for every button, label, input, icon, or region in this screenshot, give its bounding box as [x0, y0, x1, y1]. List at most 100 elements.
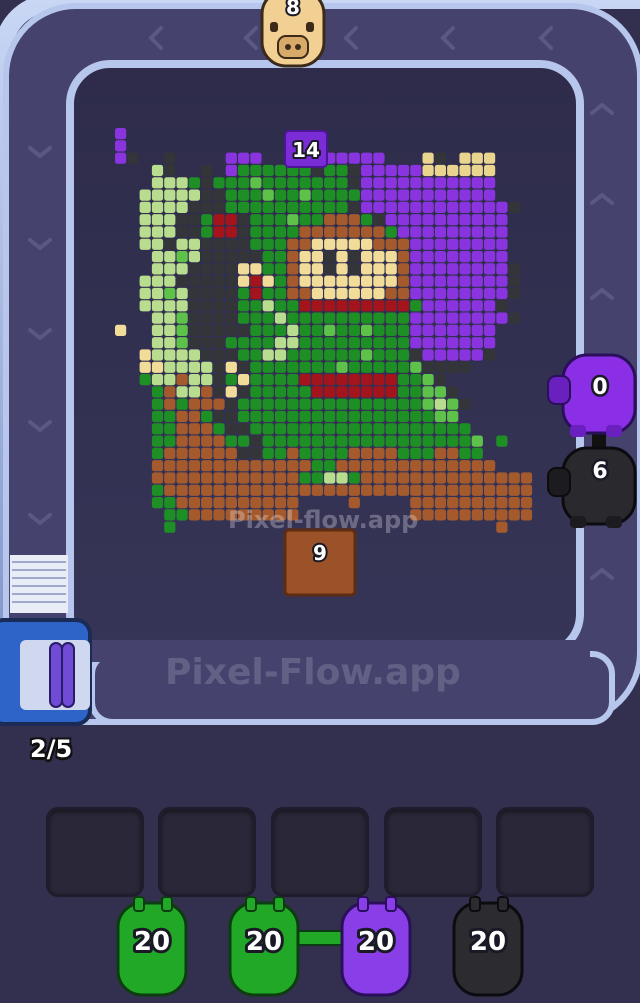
board-watermark: Pixel-flow.app — [228, 506, 419, 534]
pixel-block — [361, 189, 373, 201]
pixel-block — [262, 337, 274, 349]
launch-bay[interactable] — [0, 618, 92, 726]
pixel-block — [287, 472, 299, 484]
pixel-block — [250, 361, 262, 373]
pixel-block — [250, 447, 262, 459]
holding-slot-5[interactable] — [496, 807, 594, 897]
pixel-block — [324, 238, 336, 250]
pixel-block — [324, 423, 336, 435]
pixel-block — [311, 349, 323, 361]
pixel-block — [324, 189, 336, 201]
pixel-block — [176, 497, 188, 509]
pixel-block — [459, 460, 471, 472]
pixel-block — [176, 410, 188, 423]
pig-queue: 20 20 20 20 — [116, 896, 524, 997]
pixel-block — [225, 460, 237, 472]
pixel-block — [164, 164, 176, 177]
pixel-block — [324, 263, 336, 275]
queue-pig-2[interactable]: 20 — [228, 896, 300, 997]
pixel-block — [151, 497, 164, 509]
pixel-block — [311, 312, 323, 324]
pixel-block — [164, 509, 176, 521]
pixel-block — [176, 177, 188, 189]
holding-slot-3[interactable] — [271, 807, 369, 897]
pixel-block — [496, 275, 508, 287]
pixel-block — [287, 398, 299, 410]
pixel-block — [176, 300, 188, 312]
pixel-block — [496, 472, 508, 484]
pixel-block — [238, 472, 250, 484]
pixel-block — [397, 374, 410, 386]
pixel-block — [299, 287, 311, 300]
pixel-block — [361, 324, 373, 336]
pixel-block — [484, 337, 496, 349]
pixel-block — [385, 447, 397, 459]
pixel-block — [287, 238, 299, 250]
pixel-block — [238, 435, 250, 447]
pixel-block — [410, 361, 422, 373]
pixel-block — [201, 398, 213, 410]
pixel-block — [373, 386, 385, 398]
pixel-block — [188, 275, 200, 287]
pixel-block — [176, 226, 188, 238]
pixel-block — [336, 201, 348, 213]
pixel-block — [385, 374, 397, 386]
pixel-block — [410, 201, 422, 213]
pixel-block — [361, 460, 373, 472]
pixel-block — [324, 337, 336, 349]
pixel-block — [324, 398, 336, 410]
pixel-block — [151, 460, 164, 472]
queue-pig-1[interactable]: 20 — [116, 896, 188, 997]
pixel-block — [348, 251, 360, 263]
pixel-block — [188, 287, 200, 300]
pixel-block — [348, 275, 360, 287]
queue-pig-3[interactable]: 20 — [340, 896, 412, 997]
holding-slot-4[interactable] — [384, 807, 482, 897]
pixel-block — [496, 484, 508, 496]
pixel-block — [225, 324, 237, 336]
pixel-block — [397, 263, 410, 275]
pixel-block — [410, 226, 422, 238]
queue-pig-count: 20 — [470, 927, 506, 957]
pixel-block — [397, 398, 410, 410]
pixel-block — [225, 386, 237, 398]
pixel-block — [348, 337, 360, 349]
pixel-block — [348, 164, 360, 177]
pixel-block — [287, 189, 299, 201]
pixel-block — [213, 472, 225, 484]
pixel-block — [361, 275, 373, 287]
pixel-block — [311, 410, 323, 423]
pixel-block — [361, 201, 373, 213]
pixel-block — [250, 189, 262, 201]
pixel-block — [361, 361, 373, 373]
pixel-block — [274, 447, 287, 459]
queue-pig-count: 20 — [358, 927, 394, 957]
pixel-block — [201, 177, 213, 189]
pixel-block — [262, 201, 274, 213]
pixel-block — [324, 361, 336, 373]
pixel-block — [176, 337, 188, 349]
pixel-block — [471, 251, 483, 263]
pixel-block — [213, 238, 225, 250]
pixel-block — [201, 509, 213, 521]
pixel-block — [397, 410, 410, 423]
pixel-block — [385, 214, 397, 226]
pixel-block — [447, 312, 459, 324]
pixel-block — [225, 312, 237, 324]
pixel-block — [274, 238, 287, 250]
pixel-block — [311, 238, 323, 250]
pixel-block — [471, 275, 483, 287]
pixel-block — [176, 238, 188, 250]
holding-slot-1[interactable] — [46, 807, 144, 897]
pig-tan-top[interactable]: 8 — [260, 0, 326, 68]
pixel-block — [385, 435, 397, 447]
pixel-block — [299, 251, 311, 263]
pixel-block — [238, 386, 250, 398]
pixel-block — [274, 287, 287, 300]
queue-pig-4[interactable]: 20 — [452, 896, 524, 997]
pixel-block — [422, 226, 434, 238]
pixel-block — [201, 386, 213, 398]
holding-slot-2[interactable] — [158, 807, 256, 897]
pixel-block — [324, 472, 336, 484]
pixel-block — [250, 398, 262, 410]
